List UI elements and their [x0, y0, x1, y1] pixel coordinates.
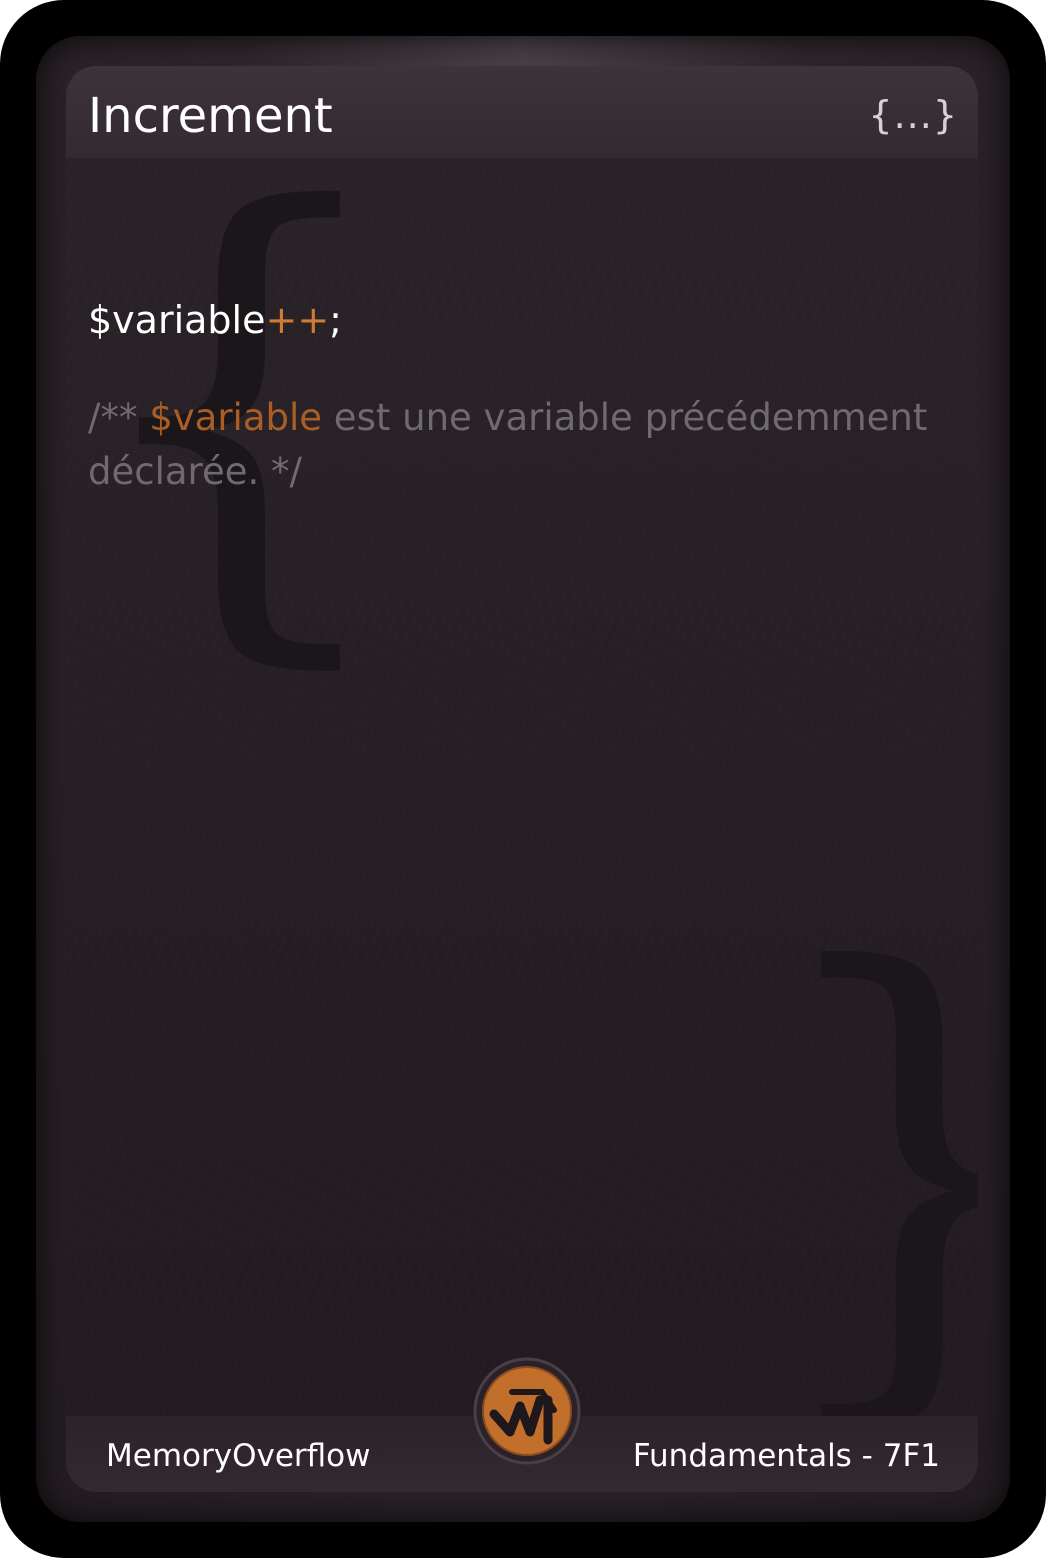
memoryoverflow-logo-icon: [473, 1357, 581, 1465]
texture-overlay: [66, 66, 978, 1492]
publisher-name: MemoryOverflow: [106, 1438, 371, 1474]
card-title: Increment: [88, 88, 333, 144]
title-bar: Increment {...}: [66, 66, 978, 158]
playing-card: { } Increment {...} $variable++; /** $va…: [0, 0, 1046, 1558]
code-block-icon: {...}: [868, 93, 958, 137]
code-snippet: $variable++;: [88, 296, 342, 344]
code-variable: $variable: [88, 298, 266, 342]
code-terminator: ;: [329, 298, 342, 342]
decorative-close-brace: }: [756, 906, 978, 1426]
code-operator: ++: [265, 298, 330, 342]
code-comment: /** $variable est une variable précédemm…: [88, 391, 958, 499]
comment-open: /**: [88, 396, 150, 439]
comment-variable: $variable: [149, 396, 323, 439]
card-set-code: Fundamentals - 7F1: [632, 1438, 940, 1474]
card-panel: { } Increment {...} $variable++; /** $va…: [66, 66, 978, 1492]
